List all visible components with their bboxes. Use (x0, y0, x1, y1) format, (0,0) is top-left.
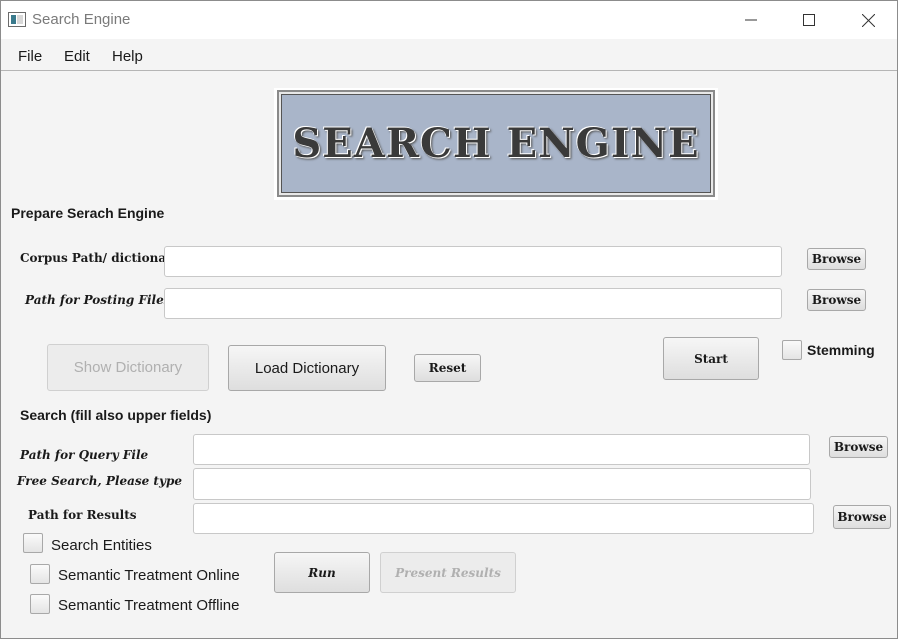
load-dictionary-button[interactable]: Load Dictionary (228, 345, 386, 391)
posting-path-label: Path for Posting Files (25, 293, 171, 307)
maximize-icon[interactable] (780, 1, 838, 39)
corpus-browse-button[interactable]: Browse (807, 248, 866, 270)
free-search-label: Free Search, Please type (17, 474, 182, 488)
start-button[interactable]: Start (663, 337, 759, 380)
stemming-checkbox[interactable] (782, 340, 802, 360)
menu-file[interactable]: File (18, 48, 42, 65)
app-window: Search Engine File Edit Help SEARCH ENGI… (0, 0, 898, 639)
show-dictionary-button[interactable]: Show Dictionary (47, 344, 209, 391)
menu-edit[interactable]: Edit (64, 48, 90, 65)
run-button[interactable]: Run (274, 552, 370, 593)
reset-button[interactable]: Reset (414, 354, 481, 382)
app-icon (8, 12, 26, 27)
semantic-online-checkbox[interactable] (30, 564, 50, 584)
stemming-label: Stemming (807, 342, 875, 358)
semantic-offline-checkbox[interactable] (30, 594, 50, 614)
free-search-input[interactable] (193, 468, 811, 500)
corpus-path-input[interactable] (164, 246, 782, 277)
corpus-path-label: Corpus Path/ dictionary (20, 251, 180, 265)
menu-bar: File Edit Help (1, 39, 897, 71)
semantic-offline-label: Semantic Treatment Offline (58, 597, 240, 614)
prepare-heading: Prepare Serach Engine (11, 205, 165, 221)
query-file-input[interactable] (193, 434, 810, 465)
posting-path-input[interactable] (164, 288, 782, 319)
search-entities-checkbox[interactable] (23, 533, 43, 553)
results-browse-button[interactable]: Browse (833, 505, 891, 529)
close-icon[interactable] (839, 1, 897, 39)
present-results-button[interactable]: Present Results (380, 552, 516, 593)
results-path-label: Path for Results (28, 508, 137, 522)
semantic-online-label: Semantic Treatment Online (58, 567, 240, 584)
window-title: Search Engine (32, 11, 131, 28)
results-path-input[interactable] (193, 503, 814, 534)
minimize-icon[interactable] (722, 1, 780, 39)
query-browse-button[interactable]: Browse (829, 436, 888, 458)
banner-text: SEARCH ENGINE (292, 120, 700, 167)
menu-help[interactable]: Help (112, 48, 143, 65)
title-bar[interactable]: Search Engine (1, 1, 897, 39)
banner-logo: SEARCH ENGINE (277, 90, 715, 197)
posting-browse-button[interactable]: Browse (807, 289, 866, 311)
search-heading: Search (fill also upper fields) (20, 407, 212, 423)
query-file-label: Path for Query File (20, 448, 149, 462)
search-entities-label: Search Entities (51, 537, 152, 554)
